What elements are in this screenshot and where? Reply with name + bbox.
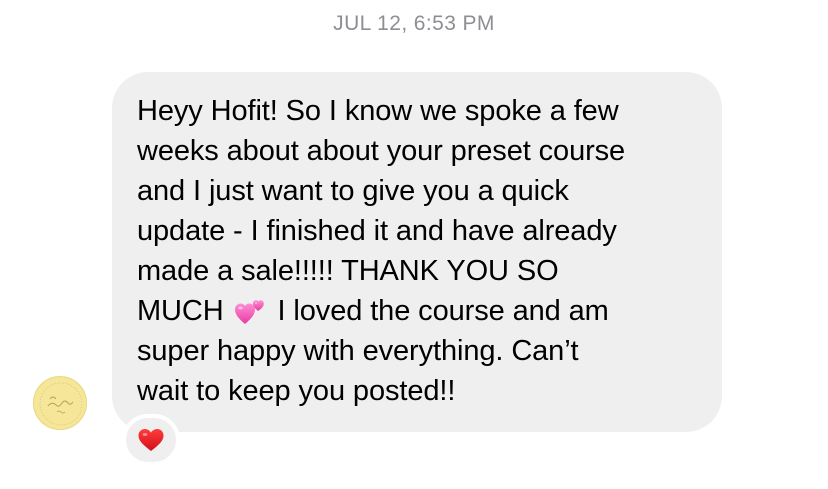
message-timestamp: JUL 12, 6:53 PM [333, 12, 495, 35]
avatar-logo-icon [39, 382, 83, 426]
message-text-part-1: Heyy Hofit! So I know we spoke a few wee… [137, 95, 626, 327]
message-bubble[interactable]: Heyy Hofit! So I know we spoke a few wee… [112, 72, 722, 432]
sender-avatar[interactable] [33, 376, 87, 430]
red-heart-icon [138, 429, 164, 451]
two-hearts-icon [234, 300, 264, 324]
message-text: Heyy Hofit! So I know we spoke a few wee… [137, 91, 698, 411]
reaction-badge[interactable] [122, 414, 180, 466]
